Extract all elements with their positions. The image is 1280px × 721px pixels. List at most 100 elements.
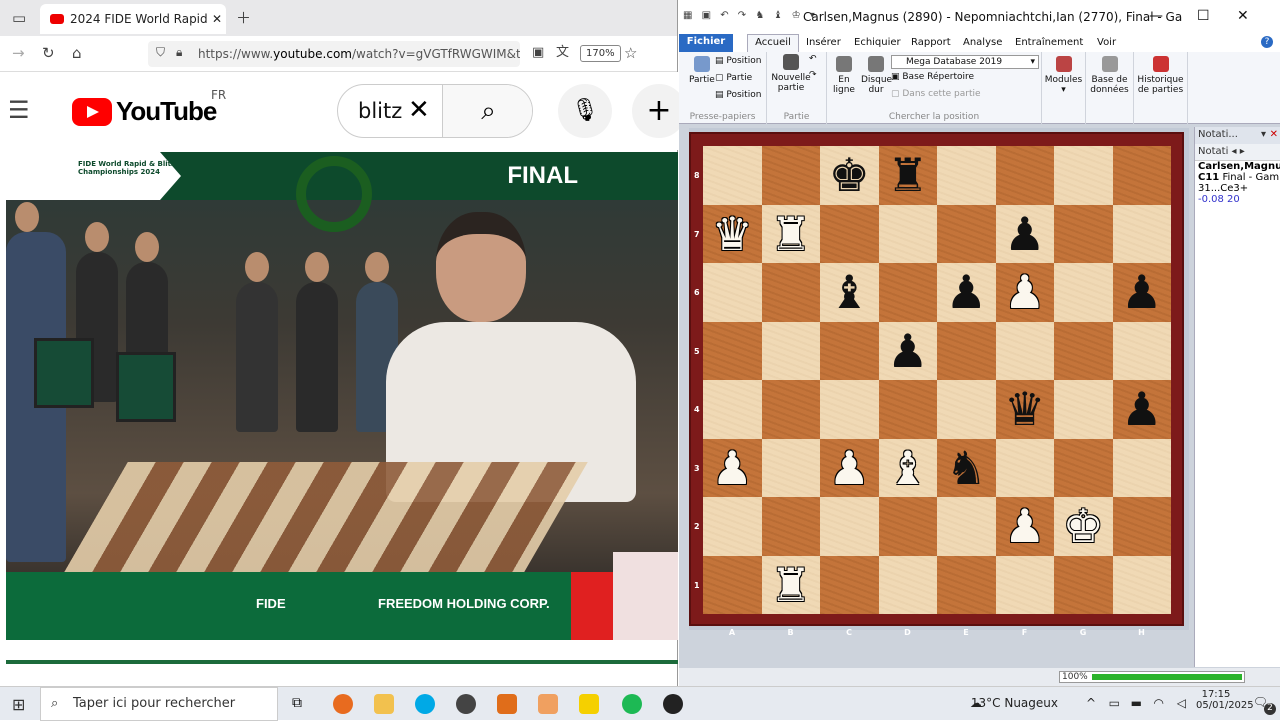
forward-icon[interactable]: → <box>12 46 25 61</box>
square-g5[interactable] <box>1054 321 1113 380</box>
square-e8[interactable] <box>937 146 996 205</box>
square-d7[interactable] <box>878 204 937 263</box>
square-b8[interactable] <box>761 146 820 205</box>
tab-inserer[interactable]: Insérer <box>806 37 841 48</box>
minimize-icon[interactable]: — <box>1149 8 1163 24</box>
weather-text[interactable]: 13°C Nuageux <box>971 696 1058 710</box>
volume-icon[interactable]: ◁ <box>1177 696 1186 710</box>
black-rook-d8[interactable]: ♜ <box>879 146 938 205</box>
history-button[interactable]: Historique de parties <box>1134 52 1188 124</box>
skype-icon[interactable] <box>415 694 435 714</box>
square-c1[interactable] <box>820 555 879 614</box>
square-e5[interactable] <box>937 321 996 380</box>
square-h7[interactable] <box>1112 204 1171 263</box>
white-queen-a7[interactable]: ♛ <box>703 205 762 264</box>
tab-rapport[interactable]: Rapport <box>911 37 951 48</box>
modules-button[interactable]: Modules ▾ <box>1042 52 1086 124</box>
task-view-icon[interactable]: ⧉ <box>292 695 302 711</box>
video-player[interactable]: FIDE World Rapid & Blitz Championships 2… <box>6 152 678 640</box>
copy-position-button[interactable]: ▤ Position <box>715 56 761 66</box>
lock-icon[interactable]: 🔒︎ <box>176 46 182 58</box>
white-pawn-f2[interactable]: ♟ <box>996 497 1055 556</box>
shield-icon[interactable]: ⛉ <box>156 46 165 58</box>
black-knight-e3[interactable]: ♞ <box>937 439 996 498</box>
square-h8[interactable] <box>1112 146 1171 205</box>
voice-search-button[interactable]: 🎙︎ <box>558 84 612 138</box>
black-pawn-h4[interactable]: ♟ <box>1113 380 1172 439</box>
tab-entrainement[interactable]: Entraînement <box>1015 37 1083 48</box>
square-a4[interactable] <box>703 380 762 439</box>
move-text[interactable]: 31...Ce3+ <box>1195 183 1280 194</box>
square-a2[interactable] <box>703 497 762 556</box>
square-f1[interactable] <box>995 555 1054 614</box>
square-c7[interactable] <box>820 204 879 263</box>
square-a8[interactable] <box>703 146 762 205</box>
paste-partie-button[interactable]: Partie <box>689 56 715 85</box>
new-tab-icon[interactable]: ＋ <box>236 11 251 26</box>
square-e4[interactable] <box>937 380 996 439</box>
tab-fichier[interactable]: Fichier <box>679 34 733 52</box>
app-icon[interactable] <box>497 694 517 714</box>
disk-search-button[interactable]: Disque dur <box>861 56 892 95</box>
white-rook-b1[interactable]: ♜ <box>762 556 821 615</box>
square-b4[interactable] <box>761 380 820 439</box>
square-b6[interactable] <box>761 263 820 322</box>
close-window-icon[interactable]: ✕ <box>1237 8 1249 24</box>
database-button[interactable]: Base de données <box>1086 52 1134 124</box>
black-bishop-c6[interactable]: ♝ <box>820 263 879 322</box>
white-pawn-a3[interactable]: ♟ <box>703 439 762 498</box>
redo-icon[interactable]: ↷ <box>809 70 817 80</box>
white-pawn-f6[interactable]: ♟ <box>996 263 1055 322</box>
url-field[interactable]: https://www.youtube.com/watch?v=gVGTfRWG… <box>148 41 520 67</box>
square-a5[interactable] <box>703 321 762 380</box>
close-pane-icon[interactable]: ✕ <box>1270 129 1278 140</box>
home-icon[interactable]: ⌂ <box>72 46 82 61</box>
square-b5[interactable] <box>761 321 820 380</box>
quick-access-toolbar[interactable]: ▦ ▣ ↶ ↷ ♞ ♝ ♔ ▾ <box>683 10 818 21</box>
white-king-g2[interactable]: ♚ <box>1054 497 1113 556</box>
square-e2[interactable] <box>937 497 996 556</box>
chess-app-icon[interactable] <box>456 694 476 714</box>
database-select[interactable]: Mega Database 2019 ▾ <box>891 55 1039 69</box>
square-g8[interactable] <box>1054 146 1113 205</box>
square-f5[interactable] <box>995 321 1054 380</box>
maximize-icon[interactable]: ☐ <box>1197 8 1210 24</box>
tab-accueil[interactable]: Accueil <box>747 34 799 52</box>
in-this-game-button[interactable]: ▢ Dans cette partie <box>891 89 981 99</box>
tab-voir[interactable]: Voir <box>1097 37 1116 48</box>
square-c2[interactable] <box>820 497 879 556</box>
square-g1[interactable] <box>1054 555 1113 614</box>
wifi-icon[interactable]: ◠ <box>1154 696 1164 710</box>
square-b3[interactable] <box>761 438 820 497</box>
square-f3[interactable] <box>995 438 1054 497</box>
close-tab-icon[interactable]: ✕ <box>212 12 222 26</box>
paste-position-button[interactable]: ▤ Position <box>715 90 761 100</box>
square-g7[interactable] <box>1054 204 1113 263</box>
square-g3[interactable] <box>1054 438 1113 497</box>
square-c4[interactable] <box>820 380 879 439</box>
square-a1[interactable] <box>703 555 762 614</box>
square-h5[interactable] <box>1112 321 1171 380</box>
clear-search-icon[interactable]: ✕ <box>408 95 430 125</box>
white-pawn-c3[interactable]: ♟ <box>820 439 879 498</box>
square-d2[interactable] <box>878 497 937 556</box>
notation-tab[interactable]: Notati ◂ ▸ <box>1195 144 1280 161</box>
black-queen-f4[interactable]: ♛ <box>996 380 1055 439</box>
square-c5[interactable] <box>820 321 879 380</box>
black-pawn-f7[interactable]: ♟ <box>996 205 1055 264</box>
sticky-notes-icon[interactable] <box>579 694 599 714</box>
chessboard[interactable]: 8 7 6 5 4 3 2 1 A B C D E F G H ♚ ♜ ♛ ♜ ♟ ♝ ♟ ♟ ♟ ♟ ♛ ♟ ♟ ♟ ♝ ♞ ♟ ♚ ♜ <box>694 146 1172 637</box>
square-g4[interactable] <box>1054 380 1113 439</box>
youtube-search-box[interactable]: blitz ✕ ⌕ <box>337 84 533 138</box>
copy-partie-button[interactable]: ▢ Partie <box>715 73 752 83</box>
spotify-icon[interactable] <box>622 694 642 714</box>
chevron-up-icon[interactable]: ^ <box>1086 696 1096 710</box>
search-button[interactable]: ⌕ <box>442 85 532 137</box>
square-h3[interactable] <box>1112 438 1171 497</box>
clock[interactable]: 17:15 05/01/2025 <box>1196 689 1254 711</box>
menu-hamburger-icon[interactable]: ☰ <box>8 98 30 122</box>
bookmark-star-icon[interactable]: ☆ <box>624 46 637 61</box>
chessbase-icon[interactable] <box>663 694 683 714</box>
taskbar-search[interactable]: ⌕ Taper ici pour rechercher <box>40 687 278 721</box>
app-icon[interactable] <box>538 694 558 714</box>
